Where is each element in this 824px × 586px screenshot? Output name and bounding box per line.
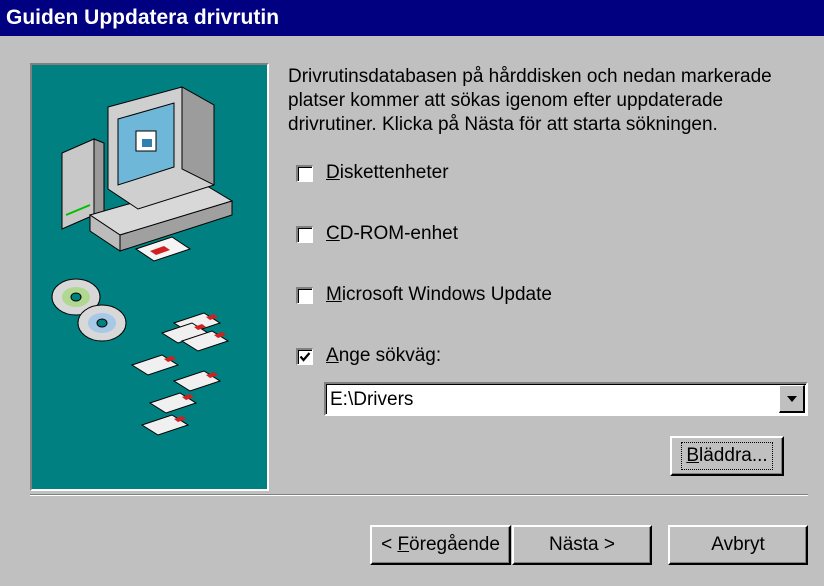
chevron-down-icon [786,395,797,402]
path-value[interactable]: E:\Drivers [330,389,413,411]
next-button[interactable]: Nästa > [512,525,652,565]
cdrom-drive-checkbox[interactable] [296,225,313,243]
checkmark-icon [299,351,311,362]
path-combobox[interactable]: E:\Drivers [324,382,808,416]
cdrom-drive-label: CD-ROM-enhet [326,223,458,244]
specify-path-checkbox[interactable] [296,347,313,365]
title-bar: Guiden Uppdatera drivrutin [0,0,824,36]
cancel-button[interactable]: Avbryt [668,525,808,565]
floppy-drives-label: Diskettenheter [326,162,449,183]
back-button[interactable]: < Föregående [370,525,511,565]
windows-update-checkbox[interactable] [296,286,313,304]
specify-path-label: Ange sökväg: [326,345,442,366]
option-floppy-drives[interactable]: Diskettenheter [296,162,449,184]
instructions-text: Drivrutinsdatabasen på hårddisken och ne… [288,66,772,135]
option-windows-update[interactable]: Microsoft Windows Update [296,284,552,306]
browse-button[interactable]: Bläddra... [670,436,784,476]
floppy-drives-checkbox[interactable] [296,164,313,182]
wizard-artwork [30,63,269,491]
option-specify-path[interactable]: Ange sökväg: [296,345,441,367]
window-title: Guiden Uppdatera drivrutin [6,6,280,29]
cd-discs-illustration [51,278,127,342]
footer-separator [30,494,808,496]
computer-illustration [61,86,234,262]
option-cdrom-drive[interactable]: CD-ROM-enhet [296,223,458,245]
path-dropdown-button[interactable] [779,385,805,413]
windows-update-label: Microsoft Windows Update [326,284,552,305]
